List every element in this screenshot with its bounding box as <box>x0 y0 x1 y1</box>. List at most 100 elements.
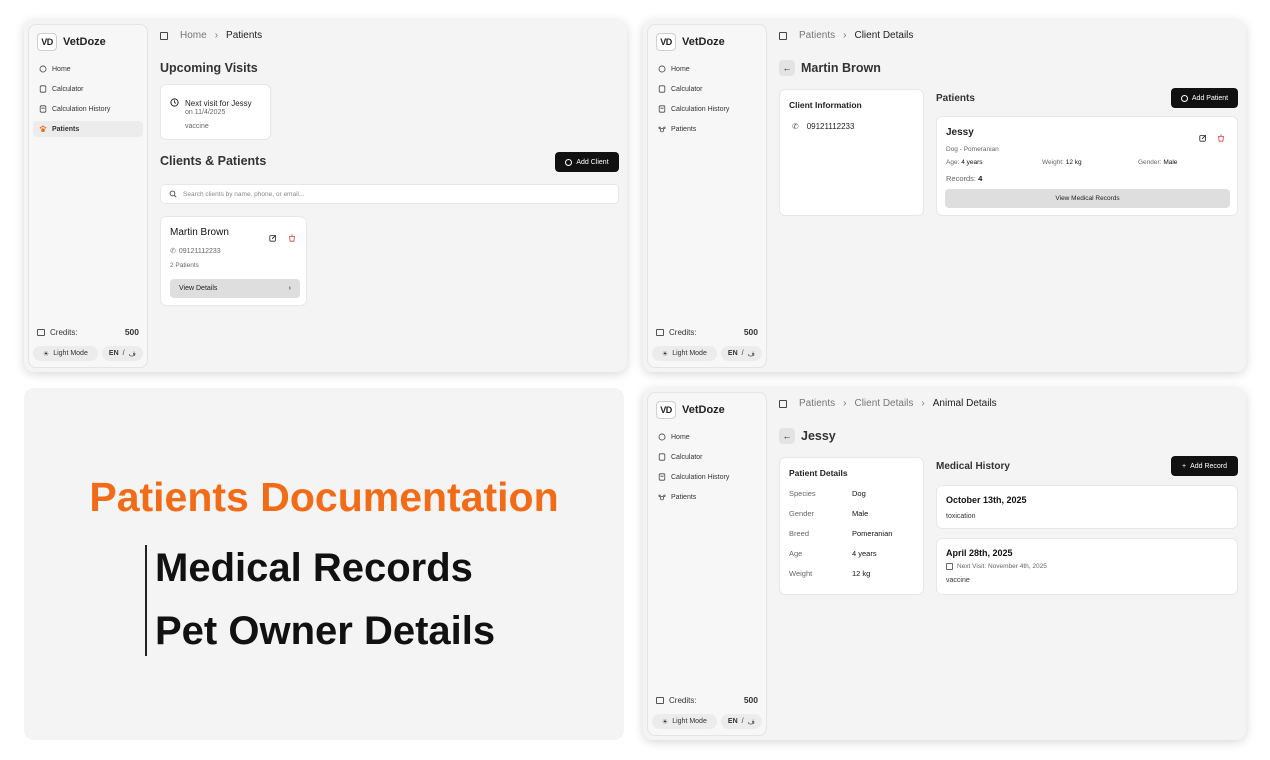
language-label: EN <box>727 718 738 725</box>
weight-label: Weight: <box>1042 159 1064 166</box>
add-record-button[interactable]: + Add Record <box>1171 456 1238 476</box>
search-input[interactable]: Search clients by name, phone, or email.… <box>160 184 619 204</box>
patients-title: Patients <box>936 93 975 104</box>
weight-value: 12 kg <box>1065 159 1082 166</box>
breadcrumb-link[interactable]: Patients <box>799 398 835 409</box>
sidebar-toggle-icon[interactable] <box>160 31 168 40</box>
promo-line-medical-records: Medical Records <box>155 546 473 590</box>
add-client-button[interactable]: Add Client <box>555 152 619 172</box>
detail-row-gender: Gender Male <box>789 509 868 518</box>
language-label: EN <box>727 350 738 357</box>
sidebar-item-calculator[interactable]: Calculator <box>33 81 143 97</box>
view-medical-records-button[interactable]: View Medical Records <box>945 189 1230 208</box>
phone-icon: ✆ <box>170 248 176 255</box>
sidebar-toggle-icon[interactable] <box>779 31 787 40</box>
history-icon <box>39 105 47 113</box>
client-name: Martin Brown <box>170 227 229 238</box>
sidebar-item-patients[interactable]: Patients <box>652 489 762 505</box>
age-value: 4 years <box>961 159 983 166</box>
sidebar-item-calculator[interactable]: Calculator <box>652 81 762 97</box>
record-card[interactable]: April 28th, 2025 Next Visit: November 4t… <box>936 538 1238 595</box>
back-button[interactable]: ← <box>779 428 795 444</box>
detail-value: Pomeranian <box>852 529 893 538</box>
record-note: toxication <box>946 513 976 520</box>
gender-value: Male <box>1163 159 1178 166</box>
sidebar-item-patients[interactable]: Patients <box>652 121 762 137</box>
detail-row-age: Age 4 years <box>789 549 877 558</box>
credits-icon <box>656 328 664 336</box>
breadcrumb-link[interactable]: Client Details <box>854 398 913 409</box>
calculator-icon <box>658 85 666 93</box>
back-button[interactable]: ← <box>779 60 795 76</box>
sidebar-toggle-icon[interactable] <box>779 399 787 408</box>
screen-patients-list: VD VetDoze Home Calculator Calculation Hi… <box>24 20 627 372</box>
record-card[interactable]: October 13th, 2025 toxication <box>936 485 1238 529</box>
language-switch[interactable]: EN / ف <box>720 714 762 729</box>
paw-icon <box>658 493 666 501</box>
brand[interactable]: VD VetDoze <box>37 33 106 51</box>
page-title: Martin Brown <box>801 61 881 75</box>
delete-icon[interactable] <box>1217 129 1225 147</box>
language-switch[interactable]: EN / ف <box>720 346 762 361</box>
visit-title: Next visit for Jessy <box>185 98 252 108</box>
language-separator: / <box>741 350 744 357</box>
record-date: April 28th, 2025 <box>946 548 1013 558</box>
record-note: vaccine <box>946 577 970 584</box>
sidebar-item-calculation-history[interactable]: Calculation History <box>652 101 762 117</box>
view-details-button[interactable]: View Details › <box>170 279 300 298</box>
brand[interactable]: VD VetDoze <box>656 33 725 51</box>
breadcrumb: Patients › Client Details <box>779 30 913 41</box>
sidebar-item-calculation-history[interactable]: Calculation History <box>652 469 762 485</box>
detail-label: Weight <box>789 569 813 578</box>
age-label: Age: <box>946 159 960 166</box>
brand[interactable]: VD VetDoze <box>656 401 725 419</box>
language-alt-glyph: ف <box>747 718 755 726</box>
breadcrumb-link[interactable]: Patients <box>799 30 835 41</box>
add-patient-button[interactable]: Add Patient <box>1171 88 1238 108</box>
language-switch[interactable]: EN / ف <box>101 346 143 361</box>
credits-value: 500 <box>743 695 758 705</box>
calculator-icon <box>39 85 47 93</box>
edit-icon[interactable] <box>269 229 277 247</box>
patient-card[interactable]: Jessy Dog - Pomeranian Age: 4 years Weig… <box>936 116 1238 216</box>
detail-value: Male <box>852 509 869 518</box>
detail-label: Breed <box>789 529 810 538</box>
sidebar-item-calculator[interactable]: Calculator <box>652 449 762 465</box>
breadcrumb-link[interactable]: Home <box>180 30 207 41</box>
sidebar-label: Calculation History <box>52 105 111 113</box>
detail-row-breed: Breed Pomeranian <box>789 529 892 538</box>
sidebar-item-home[interactable]: Home <box>33 61 143 77</box>
sun-icon: ☀ <box>42 350 50 358</box>
sidebar-item-calculation-history[interactable]: Calculation History <box>33 101 143 117</box>
credits-label: Credits: <box>669 327 697 337</box>
delete-icon[interactable] <box>288 229 296 247</box>
theme-toggle[interactable]: ☀ Light Mode <box>652 346 717 361</box>
edit-icon[interactable] <box>1199 129 1207 147</box>
screen-animal-details: VD VetDoze Home Calculator Calculation Hi… <box>643 388 1246 740</box>
credits-icon <box>656 696 664 704</box>
view-records-label: View Medical Records <box>1055 195 1120 202</box>
detail-value: 12 kg <box>852 569 871 578</box>
visit-card[interactable]: Next visit for Jessy on 11/4/2025 vaccin… <box>160 84 271 140</box>
clients-title: Clients & Patients <box>160 154 267 168</box>
credits-icon <box>37 328 45 336</box>
theme-label: Light Mode <box>672 718 707 725</box>
client-patient-count: 2 Patients <box>170 262 199 269</box>
credits: Credits: 500 <box>37 327 139 337</box>
brand-logo: VD <box>37 33 57 51</box>
theme-toggle[interactable]: ☀ Light Mode <box>652 714 717 729</box>
sidebar-item-home[interactable]: Home <box>652 61 762 77</box>
sidebar-item-patients[interactable]: Patients <box>33 121 143 137</box>
home-icon <box>658 65 666 73</box>
sidebar-label: Home <box>671 433 690 441</box>
sidebar: VD VetDoze Home Calculator Calculation Hi… <box>647 392 767 736</box>
sidebar-label: Calculator <box>671 453 703 461</box>
theme-label: Light Mode <box>672 350 707 357</box>
calendar-icon <box>946 563 953 570</box>
sidebar-label: Calculator <box>52 85 84 93</box>
sidebar-item-home[interactable]: Home <box>652 429 762 445</box>
client-card[interactable]: Martin Brown ✆ 09121112233 2 Patients Vie… <box>160 216 307 306</box>
add-patient-label: Add Patient <box>1191 94 1229 102</box>
breadcrumb-current: Animal Details <box>932 398 997 409</box>
theme-toggle[interactable]: ☀ Light Mode <box>33 346 98 361</box>
